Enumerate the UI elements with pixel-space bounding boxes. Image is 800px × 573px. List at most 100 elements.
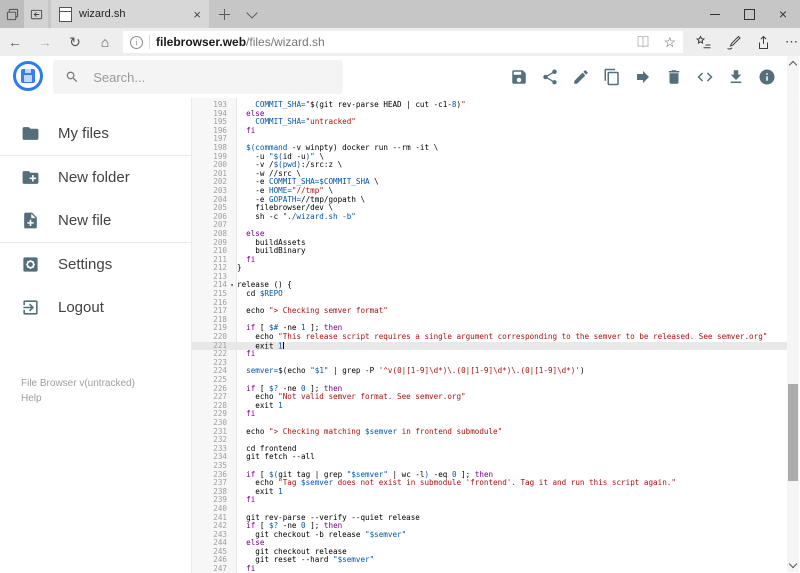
folder-icon: [22, 127, 39, 140]
filebrowser-app: My files New folder New file Settings Lo…: [0, 56, 800, 573]
delete-button[interactable]: [665, 68, 683, 86]
code-line[interactable]: 247 fi: [192, 564, 787, 573]
code-text: fi: [246, 564, 256, 573]
copy-button[interactable]: [603, 68, 621, 86]
fold-gutter: [227, 462, 237, 471]
fold-gutter: [227, 393, 237, 402]
code-line[interactable]: 224 semver=$(echo "$1" | grep -P '^v(0|[…: [192, 367, 787, 376]
sidebar-item-my-files[interactable]: My files: [0, 112, 191, 155]
maximize-button[interactable]: [732, 0, 766, 28]
tab-preview-icon[interactable]: [0, 0, 24, 28]
code-text: fi: [246, 409, 256, 419]
code-line[interactable]: 215 cd $REPO: [192, 289, 787, 299]
sidebar-item-label: Settings: [58, 256, 113, 273]
minimize-button[interactable]: [698, 0, 732, 28]
move-button[interactable]: [634, 68, 652, 86]
code-line[interactable]: 195 COMMIT_SHA="untracked": [192, 117, 787, 127]
more-menu-icon[interactable]: ⋯: [785, 34, 799, 50]
new-tab-button[interactable]: [209, 0, 239, 28]
rename-button[interactable]: [572, 68, 590, 86]
fold-gutter: [227, 342, 237, 351]
reading-view-icon[interactable]: [635, 34, 651, 50]
tab-strip: wizard.sh × ×: [0, 0, 800, 28]
site-info-icon[interactable]: i: [130, 35, 143, 49]
code-line[interactable]: 229 fi: [192, 410, 787, 419]
tab-list-chevron[interactable]: [239, 0, 265, 28]
fold-gutter: [227, 522, 237, 531]
code-editor[interactable]: 193 COMMIT_SHA="$(git rev-parse HEAD | c…: [192, 98, 787, 573]
scrollbar-thumb[interactable]: [788, 384, 798, 481]
code-text: buildAssets: [237, 237, 306, 247]
search-box[interactable]: [53, 60, 343, 94]
share-page-icon[interactable]: [755, 34, 772, 51]
code-line[interactable]: 212}: [192, 263, 787, 273]
address-bar[interactable]: i filebrowser.web/files/wizard.sh ☆: [123, 31, 683, 53]
code-text: fi: [246, 125, 256, 135]
code-text: echo "This release script requires a sin…: [237, 332, 768, 342]
code-line[interactable]: 211 fi: [192, 255, 787, 265]
download-button[interactable]: [727, 68, 745, 86]
tab-title: wizard.sh: [79, 8, 126, 20]
code-line[interactable]: 238 exit 1: [192, 487, 787, 497]
sidebar-item-new-file[interactable]: New file: [0, 199, 191, 242]
code-line[interactable]: 246 git reset --hard "$semver": [192, 556, 787, 565]
code-line[interactable]: 234 git fetch --all: [192, 453, 787, 462]
search-input[interactable]: [91, 68, 331, 86]
file-toolbar: [510, 68, 776, 86]
home-button[interactable]: ⌂: [90, 34, 120, 50]
scroll-up-arrow[interactable]: [787, 57, 799, 69]
url-text[interactable]: filebrowser.web/files/wizard.sh: [156, 35, 629, 49]
fold-gutter: [227, 153, 237, 162]
refresh-button[interactable]: ↻: [60, 34, 90, 51]
info-button[interactable]: [758, 68, 776, 86]
code-line[interactable]: 243 git checkout -b release "$semver": [192, 530, 787, 540]
sidebar-item-logout[interactable]: Logout: [0, 286, 191, 329]
scroll-down-arrow[interactable]: [787, 559, 799, 571]
sidebar-item-new-folder[interactable]: New folder: [0, 156, 191, 199]
fold-gutter: [227, 333, 237, 342]
fold-gutter: [227, 247, 237, 256]
code-line[interactable]: 196 fi: [192, 125, 787, 136]
code-line[interactable]: 207: [192, 221, 787, 230]
minimize-icon: [710, 13, 720, 15]
code-line[interactable]: 206 sh -c "./wizard.sh -b": [192, 212, 787, 222]
text-cursor: [282, 341, 284, 350]
code-line[interactable]: 221 exit 1: [192, 341, 787, 351]
new-file-icon: [24, 212, 37, 229]
forward-button[interactable]: →: [30, 34, 60, 50]
back-button[interactable]: ←: [0, 34, 30, 50]
raw-code-button[interactable]: [696, 68, 714, 86]
browser-tab[interactable]: wizard.sh ×: [51, 0, 209, 28]
tab-close-icon[interactable]: ×: [193, 8, 201, 21]
code-line[interactable]: 217 echo "> Checking semver format": [192, 306, 787, 316]
sidebar: My files New folder New file Settings Lo…: [0, 98, 192, 573]
fold-gutter: [227, 161, 237, 170]
fold-arrow-icon[interactable]: ▾: [227, 281, 237, 290]
favorite-star-icon[interactable]: ☆: [663, 34, 676, 51]
fold-gutter: [227, 453, 237, 462]
share-button[interactable]: [541, 68, 559, 86]
code-line[interactable]: 231 echo "> Checking matching $semver in…: [192, 427, 787, 437]
favorites-hub-icon[interactable]: [695, 34, 712, 51]
set-tabs-aside-icon[interactable]: [24, 0, 48, 28]
close-window-button[interactable]: ×: [766, 0, 800, 28]
fold-gutter: [227, 127, 237, 136]
fold-gutter: [227, 187, 237, 196]
code-line[interactable]: 239 fi: [192, 496, 787, 505]
code-line[interactable]: 228 exit 1: [192, 401, 787, 411]
code-line[interactable]: 210 buildBinary: [192, 246, 787, 256]
fold-gutter: [227, 531, 237, 540]
browser-navbar: ← → ↻ ⌂ i filebrowser.web/files/wizard.s…: [0, 28, 800, 56]
fold-gutter: [227, 359, 237, 368]
code-text: release () {: [237, 280, 292, 290]
maximize-icon: [743, 8, 755, 20]
code-text: }: [237, 263, 242, 273]
code-line[interactable]: 222 fi: [192, 349, 787, 359]
sidebar-item-settings[interactable]: Settings: [0, 243, 191, 286]
filebrowser-logo[interactable]: [13, 61, 43, 91]
web-note-pen-icon[interactable]: [725, 34, 742, 51]
help-link[interactable]: Help: [21, 391, 135, 406]
code-line[interactable]: 193 COMMIT_SHA="$(git rev-parse HEAD | c…: [192, 100, 787, 110]
page-scrollbar[interactable]: [787, 56, 799, 572]
save-button[interactable]: [510, 68, 528, 86]
